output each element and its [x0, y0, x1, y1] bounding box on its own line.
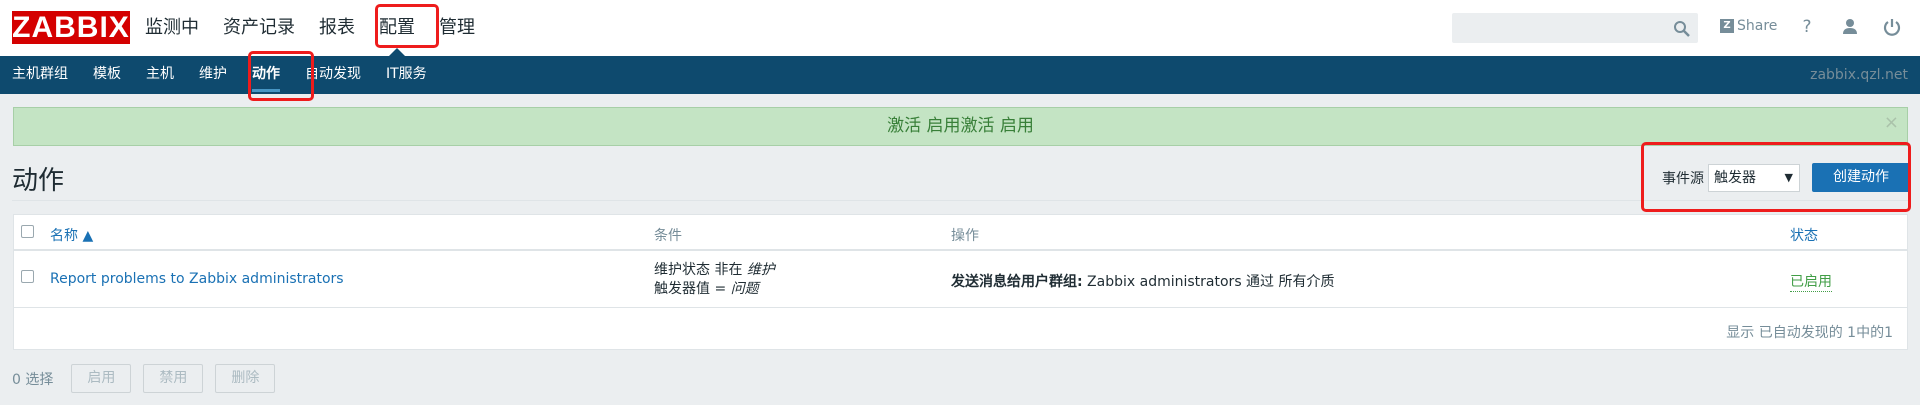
table-row: Report problems to Zabbix administrators… — [14, 253, 1907, 308]
server-hostname: zabbix.qzl.net — [1810, 67, 1908, 83]
disable-button[interactable]: 禁用 — [143, 364, 204, 393]
submenu-host-groups[interactable]: 主机群组 — [12, 56, 68, 94]
menu-configuration-label: 配置 — [379, 17, 415, 38]
share-label: Share — [1737, 18, 1778, 34]
active-underline — [252, 89, 280, 92]
condition-trigger-val: 问题 — [730, 281, 759, 297]
create-action-button[interactable]: 创建动作 — [1812, 163, 1910, 192]
sub-menu: 主机群组 模板 主机 维护 动作 自动发现 IT服务 zabbix.qzl.ne… — [0, 56, 1920, 94]
share-link[interactable]: Z Share — [1720, 18, 1777, 34]
help-icon[interactable]: ? — [1797, 17, 1817, 37]
main-menu: 监测中 资产记录 报表 配置 管理 — [145, 0, 499, 56]
submenu-templates[interactable]: 模板 — [93, 56, 121, 94]
zabbix-logo[interactable]: ZABBIX — [12, 11, 130, 44]
submenu-actions-label: 动作 — [252, 66, 280, 82]
condition-maintenance-text: 维护状态 非在 — [654, 262, 747, 278]
success-message-text: 激活 启用激活 启用 — [887, 116, 1034, 136]
share-icon: Z — [1720, 19, 1734, 33]
menu-reports[interactable]: 报表 — [319, 0, 355, 56]
event-source-value: 触发器 — [1714, 169, 1756, 186]
status-enabled-link[interactable]: 已启用 — [1790, 271, 1832, 292]
column-conditions: 条件 — [654, 228, 682, 244]
menu-monitoring[interactable]: 监测中 — [145, 0, 199, 56]
column-name-sort[interactable]: 名称 ▲ — [50, 225, 93, 245]
menu-administration[interactable]: 管理 — [439, 0, 475, 56]
column-status-sort[interactable]: 状态 — [1790, 225, 1818, 245]
column-operations: 操作 — [951, 228, 979, 244]
submenu-it-services[interactable]: IT服务 — [386, 56, 427, 94]
operation-detail: Zabbix administrators 通过 所有介质 — [1082, 274, 1335, 290]
action-conditions: 维护状态 非在 维护 触发器值 = 问题 — [654, 261, 775, 299]
search-input[interactable] — [1453, 14, 1663, 42]
top-header: ZABBIX 监测中 资产记录 报表 配置 管理 Z Share ? — [0, 0, 1920, 56]
submenu-maintenance[interactable]: 维护 — [199, 56, 227, 94]
actions-table: 名称 ▲ 条件 操作 状态 Report problems to Zabbix … — [13, 214, 1908, 350]
enable-button[interactable]: 启用 — [71, 364, 132, 393]
row-checkbox[interactable] — [21, 270, 34, 283]
page-title: 动作 — [12, 166, 65, 196]
submenu-discovery[interactable]: 自动发现 — [305, 56, 361, 94]
submenu-hosts[interactable]: 主机 — [146, 56, 174, 94]
table-paging-info: 显示 已自动发现的 1中的1 — [1726, 325, 1893, 341]
select-all-checkbox[interactable] — [21, 225, 34, 238]
menu-configuration[interactable]: 配置 — [379, 0, 415, 56]
mass-actions: 0 选择 启用 禁用 删除 — [12, 364, 287, 393]
condition-trigger-text: 触发器值 = — [654, 281, 731, 297]
action-name-link[interactable]: Report problems to Zabbix administrators — [50, 271, 344, 287]
operation-type: 发送消息给用户群组: — [951, 274, 1083, 290]
selected-count: 0 选择 — [12, 371, 54, 388]
delete-button[interactable]: 删除 — [215, 364, 276, 393]
close-icon[interactable]: × — [1884, 104, 1899, 141]
action-operations: 发送消息给用户群组: Zabbix administrators 通过 所有介质 — [951, 271, 1335, 291]
menu-inventory[interactable]: 资产记录 — [223, 0, 295, 56]
user-profile-icon[interactable] — [1840, 17, 1860, 37]
success-message: 激活 启用激活 启用 × — [13, 107, 1908, 146]
title-divider — [12, 200, 1908, 201]
search-box — [1452, 13, 1698, 43]
event-source-select[interactable]: 触发器 ▼ — [1708, 163, 1800, 192]
table-header: 名称 ▲ 条件 操作 状态 — [14, 215, 1907, 251]
search-icon[interactable] — [1673, 20, 1691, 38]
active-caret-icon — [389, 48, 405, 56]
condition-maintenance: 维护状态 非在 维护 — [654, 261, 775, 280]
event-source-label: 事件源 — [1662, 170, 1704, 187]
logout-power-icon[interactable] — [1882, 17, 1902, 37]
submenu-actions[interactable]: 动作 — [252, 56, 280, 94]
condition-trigger-value: 触发器值 = 问题 — [654, 280, 775, 299]
event-source-filter: 事件源 触发器 ▼ 创建动作 — [1662, 163, 1910, 192]
condition-maintenance-value: 维护 — [746, 262, 775, 278]
dropdown-arrow-icon: ▼ — [1784, 170, 1793, 184]
